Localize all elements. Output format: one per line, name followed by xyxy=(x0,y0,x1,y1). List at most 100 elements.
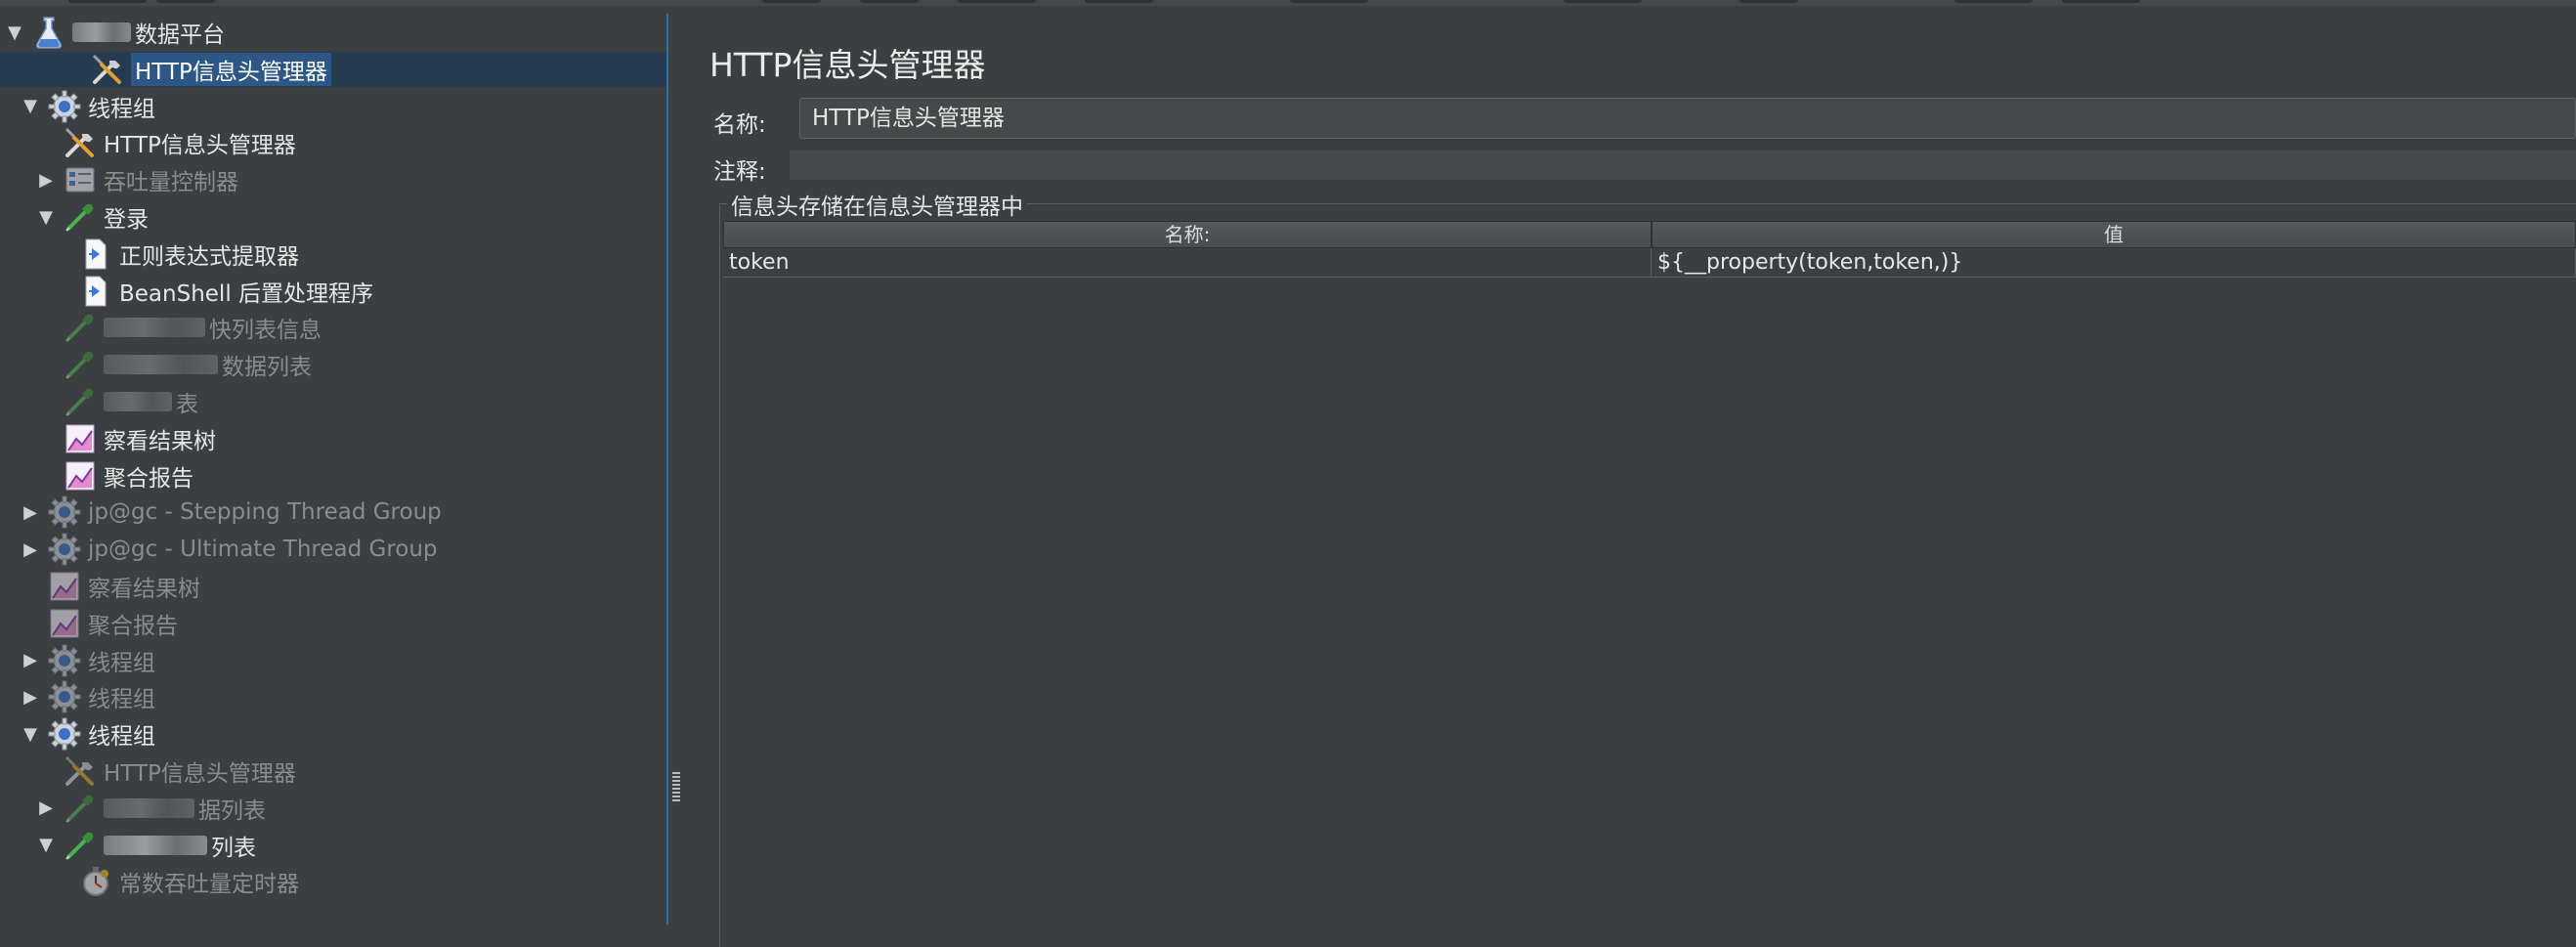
pipette-icon xyxy=(63,310,98,345)
name-field[interactable]: HTTP信息头管理器 xyxy=(799,98,2576,139)
tree-node-label: jp@gc - Stepping Thread Group xyxy=(88,499,442,526)
table-cell-value[interactable]: ${__property(token,token,)} xyxy=(1652,248,2576,278)
gear-icon xyxy=(47,89,82,124)
redacted-text xyxy=(104,835,207,855)
tree-node[interactable]: ▶ 吞吐量控制器 xyxy=(35,162,238,197)
headers-group-title: 信息头存储在信息头管理器中 xyxy=(727,188,1027,221)
tree-node-label: 正则表达式提取器 xyxy=(119,243,299,270)
tree-node[interactable]: 聚合报告 xyxy=(20,606,178,641)
tree-node[interactable]: ▼ 列表 xyxy=(35,828,256,863)
graph-icon xyxy=(47,569,82,604)
name-label: 名称: xyxy=(713,112,766,138)
wrench-screwdriver-icon xyxy=(63,125,98,160)
stopwatch-icon xyxy=(78,864,113,899)
expand-toggle-icon[interactable]: ▼ xyxy=(35,206,57,228)
toolbar-button[interactable] xyxy=(1954,0,2033,3)
toolbar-button[interactable] xyxy=(1290,0,1368,3)
toolbar-button[interactable] xyxy=(156,0,215,3)
headers-table[interactable]: 名称: 值 token ${__property(token,token,)} xyxy=(723,221,2576,938)
tree-node[interactable]: ▶ 线程组 xyxy=(20,643,155,678)
tree-node-label: 线程组 xyxy=(88,724,155,751)
tree-node-label: HTTP信息头管理器 xyxy=(104,761,296,787)
collapse-toggle-icon[interactable]: ▶ xyxy=(20,538,41,560)
pipette-icon xyxy=(63,347,98,382)
element-config-panel: HTTP信息头管理器 名称: HTTP信息头管理器 注释: 信息头存储在信息头管… xyxy=(688,14,2576,947)
collapse-toggle-icon[interactable]: ▶ xyxy=(20,650,41,671)
tree-node[interactable]: 聚合报告 xyxy=(35,458,193,494)
toolbar-button[interactable] xyxy=(1564,0,1642,3)
tree-node[interactable]: ▼ 登录 xyxy=(35,199,149,235)
comment-label: 注释: xyxy=(713,159,766,185)
tree-node[interactable]: ▼ 数据平台 xyxy=(4,15,225,50)
tree-node[interactable]: 快列表信息 xyxy=(35,310,322,345)
wrench-screwdriver-icon xyxy=(63,753,98,789)
tree-node[interactable]: HTTP信息头管理器 xyxy=(35,125,296,160)
pipette-icon xyxy=(63,828,98,863)
tree-node-label: 登录 xyxy=(104,207,149,233)
expand-toggle-icon[interactable]: ▼ xyxy=(35,835,57,856)
tree-node[interactable]: 常数吞吐量定时器 xyxy=(51,864,299,899)
toolbar-button[interactable] xyxy=(762,0,821,3)
gear-icon xyxy=(47,532,82,567)
test-plan-tree[interactable]: ▼ 数据平台 HTTP信息头管理器 ▼ 线程组 HTTP信息头管理器 ▶ 吞吐量控制器 ▼ 登录正… xyxy=(0,14,668,925)
tree-node-label: 数据平台 xyxy=(135,22,225,48)
expand-toggle-icon[interactable]: ▼ xyxy=(4,22,25,43)
comment-field[interactable] xyxy=(790,151,2576,180)
tree-node-label: 数据列表 xyxy=(222,355,312,381)
tree-node-label: 察看结果树 xyxy=(104,428,216,454)
toolbar-button[interactable] xyxy=(1739,0,1798,3)
toolbar-button[interactable] xyxy=(1085,0,1153,3)
collapse-toggle-icon[interactable]: ▶ xyxy=(20,501,41,523)
tree-node[interactable]: ▶ jp@gc - Ultimate Thread Group xyxy=(20,532,438,567)
wrench-screwdriver-icon xyxy=(90,52,125,87)
collapse-toggle-icon[interactable]: ▶ xyxy=(35,169,57,191)
toolbar-button[interactable] xyxy=(68,0,147,3)
tree-node[interactable]: 表 xyxy=(35,384,198,419)
toolbar-button[interactable] xyxy=(2062,0,2140,3)
expand-toggle-icon[interactable]: ▼ xyxy=(20,723,41,745)
tree-node[interactable]: ▶ 据列表 xyxy=(35,791,266,826)
column-header-name[interactable]: 名称: xyxy=(723,221,1652,248)
tree-node-label: 聚合报告 xyxy=(88,613,178,639)
redacted-text xyxy=(104,355,218,375)
pipette-icon xyxy=(63,791,98,826)
tree-node[interactable]: HTTP信息头管理器 xyxy=(35,753,296,789)
expand-toggle-icon[interactable]: ▼ xyxy=(20,96,41,117)
tree-node-label: 列表 xyxy=(211,835,256,861)
controller-icon xyxy=(63,162,98,197)
tree-node-label: 吞吐量控制器 xyxy=(104,170,238,196)
table-cell-name[interactable]: token xyxy=(723,248,1652,278)
collapse-toggle-icon[interactable]: ▶ xyxy=(35,797,57,819)
panel-title: HTTP信息头管理器 xyxy=(709,46,986,84)
splitter-grip-icon[interactable] xyxy=(672,772,680,801)
tree-node[interactable]: 正则表达式提取器 xyxy=(51,237,299,272)
toolbar-button[interactable] xyxy=(860,0,919,3)
flask-icon xyxy=(31,15,66,50)
column-header-value[interactable]: 值 xyxy=(1652,221,2576,248)
tree-node[interactable]: BeanShell 后置处理程序 xyxy=(51,274,373,309)
tree-node-label: 快列表信息 xyxy=(209,318,322,344)
redacted-text xyxy=(104,318,205,338)
toolbar-button[interactable] xyxy=(958,0,1036,3)
tree-node[interactable]: 察看结果树 xyxy=(20,569,200,604)
tree-node[interactable]: ▼ 线程组 xyxy=(20,716,155,752)
tree-node-label: 察看结果树 xyxy=(88,577,200,602)
tree-node[interactable]: 察看结果树 xyxy=(35,421,216,456)
tree-node[interactable]: ▼ 线程组 xyxy=(20,89,155,124)
tree-node[interactable]: ▶ 线程组 xyxy=(20,679,155,714)
tree-node[interactable]: ▶ jp@gc - Stepping Thread Group xyxy=(20,495,442,530)
tree-node-label: 常数吞吐量定时器 xyxy=(119,872,299,898)
collapse-toggle-icon[interactable]: ▶ xyxy=(20,686,41,708)
tree-node[interactable]: HTTP信息头管理器 xyxy=(0,51,666,87)
graph-icon xyxy=(63,458,98,494)
tree-node[interactable]: 数据列表 xyxy=(35,347,312,382)
tree-node-label: HTTP信息头管理器 xyxy=(131,52,331,86)
